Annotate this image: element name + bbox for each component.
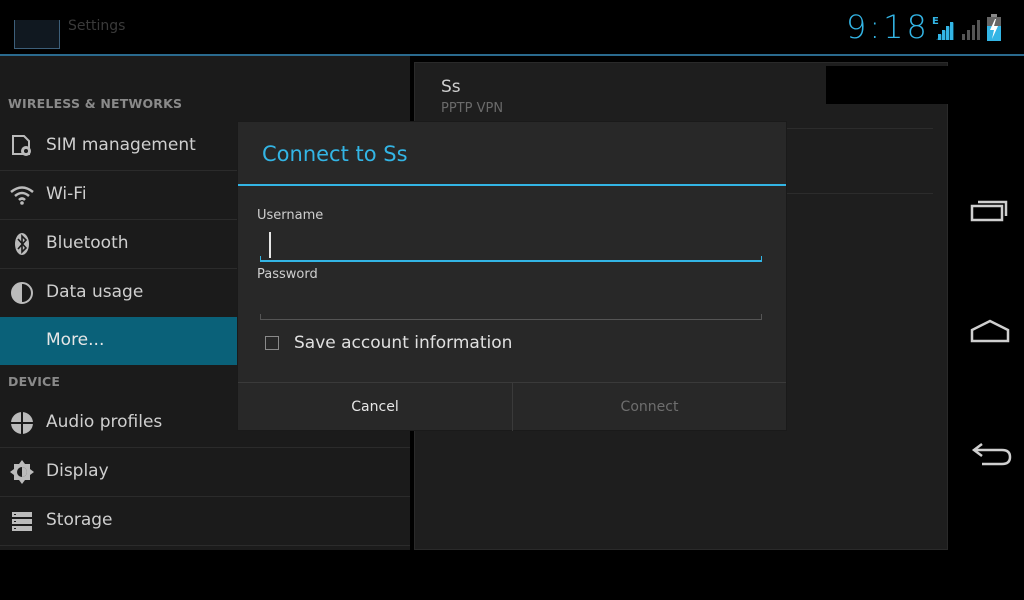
sidebar-item-label: SIM management: [46, 135, 196, 155]
sidebar-item-storage[interactable]: Storage: [0, 497, 410, 546]
sim-management-icon: [10, 134, 34, 158]
signal-edge-icon: E: [932, 14, 956, 44]
display-icon: [10, 460, 34, 484]
category-wireless-networks: WIRELESS & NETWORKS: [8, 96, 183, 111]
app-title: Settings: [68, 18, 126, 34]
vpn-name: Ss: [441, 77, 461, 97]
sidebar-item-label: Wi-Fi: [46, 184, 87, 204]
bluetooth-icon: [10, 232, 34, 256]
username-label: Username: [257, 208, 324, 223]
sidebar-item-label: More...: [46, 330, 105, 350]
status-bar: Settings 9:18 E: [0, 0, 1024, 56]
battery-charging-icon: [986, 14, 1002, 46]
dialog-title: Connect to Ss: [262, 142, 408, 166]
dialog-title-divider: [238, 184, 786, 186]
home-icon[interactable]: [962, 312, 1018, 352]
connect-vpn-dialog: Connect to Ss Username Password Save acc…: [238, 122, 786, 431]
sidebar-item-label: Storage: [46, 510, 113, 530]
sidebar-item-label: Data usage: [46, 282, 144, 302]
signal-strength-icon: [960, 16, 984, 44]
password-label: Password: [257, 267, 318, 282]
cancel-button[interactable]: Cancel: [238, 383, 512, 431]
connect-button[interactable]: Connect: [512, 383, 786, 431]
save-account-checkbox[interactable]: [265, 336, 279, 350]
category-device: DEVICE: [8, 374, 61, 389]
sidebar-item-label: Audio profiles: [46, 412, 163, 432]
text-cursor: [269, 232, 271, 258]
data-usage-icon: [10, 281, 34, 305]
back-icon[interactable]: [962, 436, 1018, 476]
username-field-underline: [260, 256, 762, 262]
sidebar-item-display[interactable]: Display: [0, 448, 410, 497]
clock: 9:18: [846, 8, 930, 46]
save-account-label[interactable]: Save account information: [294, 333, 512, 353]
password-field-underline: [260, 314, 762, 320]
recent-apps-icon[interactable]: [962, 190, 1018, 230]
settings-app-icon: [14, 20, 60, 49]
network-type-label: E: [932, 16, 939, 27]
navigation-bar: [954, 142, 1024, 548]
wifi-icon: [10, 183, 34, 207]
audio-profiles-icon: [10, 411, 34, 435]
storage-icon: [10, 509, 34, 533]
overlay-rect: [826, 66, 1024, 104]
dialog-button-bar: Cancel Connect: [238, 382, 786, 431]
sidebar-item-label: Bluetooth: [46, 233, 129, 253]
sidebar-item-label: Display: [46, 461, 109, 481]
vpn-type: PPTP VPN: [441, 101, 504, 116]
